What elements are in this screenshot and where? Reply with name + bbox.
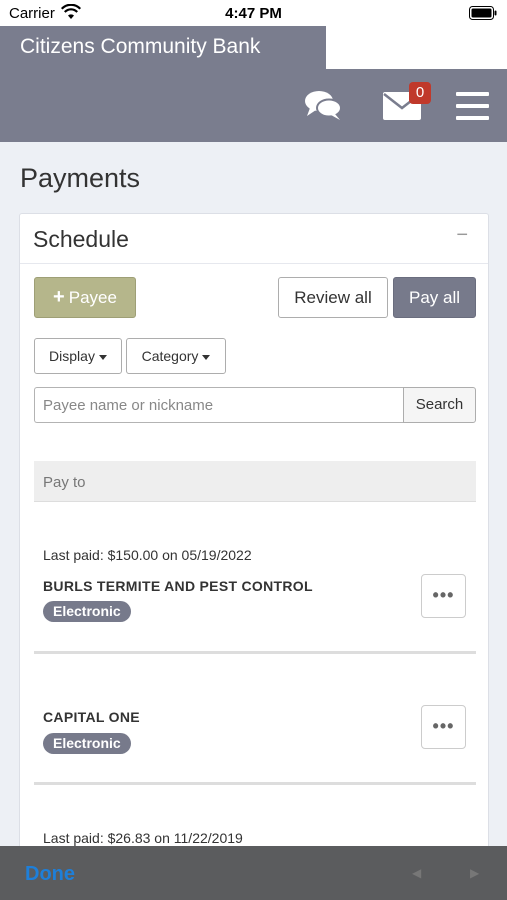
schedule-panel: Schedule − + Payee Review all Pay all Dis… xyxy=(19,213,489,900)
display-dropdown[interactable]: Display xyxy=(34,338,122,374)
payee-name: CAPITAL ONE xyxy=(43,709,140,725)
plus-icon: + xyxy=(53,286,65,308)
review-all-button[interactable]: Review all xyxy=(278,277,388,318)
more-options-button[interactable]: ••• xyxy=(421,705,466,749)
keyboard-toolbar: Done ◀ ▶ xyxy=(0,846,507,900)
battery-icon xyxy=(469,6,497,20)
search-button[interactable]: Search xyxy=(403,387,476,423)
chat-icon[interactable] xyxy=(304,88,342,122)
payee-row[interactable]: Last paid: $150.00 on 05/19/2022 BURLS T… xyxy=(34,503,476,654)
more-options-button[interactable]: ••• xyxy=(421,574,466,618)
pay-to-column-header: Pay to xyxy=(34,461,476,502)
last-paid-text: Last paid: $150.00 on 05/19/2022 xyxy=(43,547,252,563)
header-notch xyxy=(326,26,507,69)
payment-type-badge: Electronic xyxy=(43,733,131,754)
payee-row[interactable]: CAPITAL ONE Electronic ••• xyxy=(34,654,476,785)
page-title: Payments xyxy=(20,163,141,193)
payment-type-badge: Electronic xyxy=(43,601,131,622)
add-payee-label: Payee xyxy=(68,288,117,307)
display-label: Display xyxy=(49,348,95,364)
pay-to-label: Pay to xyxy=(43,474,86,491)
bank-name-bar: Citizens Community Bank xyxy=(0,26,326,69)
caret-down-icon xyxy=(202,354,211,360)
add-payee-button[interactable]: + Payee xyxy=(34,277,136,318)
schedule-panel-header: Schedule − xyxy=(20,214,488,264)
status-bar: Carrier 4:47 PM xyxy=(0,0,507,26)
schedule-title: Schedule xyxy=(33,226,129,252)
app-header: Citizens Community Bank 0 xyxy=(0,26,507,142)
hamburger-menu-icon[interactable] xyxy=(456,92,489,120)
done-button[interactable]: Done xyxy=(25,863,75,886)
pay-all-button[interactable]: Pay all xyxy=(393,277,476,318)
last-paid-text: Last paid: $26.83 on 11/22/2019 xyxy=(43,830,243,846)
category-dropdown[interactable]: Category xyxy=(126,338,226,374)
payee-search-input[interactable] xyxy=(34,387,404,423)
category-label: Category xyxy=(141,348,199,364)
status-time: 4:47 PM xyxy=(225,5,282,22)
mail-count-badge: 0 xyxy=(409,82,431,104)
previous-field-icon[interactable]: ◀ xyxy=(412,866,421,880)
payee-name: BURLS TERMITE AND PEST CONTROL xyxy=(43,578,313,594)
bank-name: Citizens Community Bank xyxy=(20,35,261,58)
collapse-icon[interactable]: − xyxy=(456,224,468,247)
caret-down-icon xyxy=(98,354,107,360)
next-field-icon[interactable]: ▶ xyxy=(470,866,479,880)
